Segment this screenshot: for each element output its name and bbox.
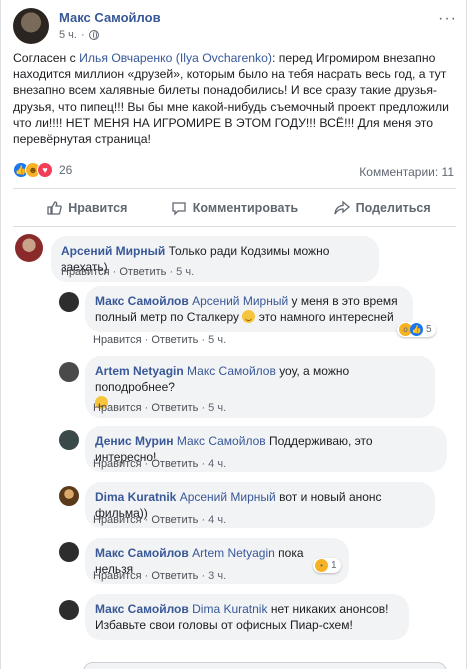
comment-reply-link[interactable]: Ответить (119, 266, 166, 278)
commenter-avatar[interactable] (15, 234, 43, 262)
commenter-avatar[interactable] (59, 486, 79, 506)
comment-reply-link[interactable]: Ответить (151, 570, 198, 582)
divider (13, 226, 456, 227)
share-icon (334, 200, 350, 216)
comment-mention[interactable]: Арсений Мирный (180, 490, 276, 504)
grin-emoji-icon (242, 310, 256, 323)
comment-mention[interactable]: Макс Самойлов (187, 364, 276, 378)
mention-link[interactable]: Илья Овчаренко (Ilya Ovcharenko) (79, 51, 272, 65)
comment: Dima Kuratnik Арсений Мирный вот и новый… (59, 482, 455, 528)
love-reaction-icon: ♥ (37, 162, 53, 178)
comment-actions: Нравится · Ответить · 5 ч. (93, 334, 227, 346)
comment-like-link[interactable]: Нравится (93, 402, 142, 414)
comment-like-link[interactable]: Нравится (93, 570, 142, 582)
comment-time[interactable]: 4 ч. (208, 458, 226, 470)
reactions-summary[interactable]: 👍 ☻ ♥ 26 (13, 162, 72, 178)
comment-button[interactable]: Комментировать (161, 194, 309, 222)
comment-author[interactable]: Денис Мурин (95, 434, 173, 448)
author-avatar[interactable] (13, 8, 49, 44)
comment-like-link[interactable]: Нравится (93, 514, 142, 526)
comment-bubble: Макс Самойлов Арсений Мирный у меня в эт… (85, 286, 413, 332)
comment-author[interactable]: Макс Самойлов (95, 602, 189, 616)
more-options-button[interactable]: ··· (438, 10, 457, 28)
comment-actions: Нравится · Ответить · 5 ч. (93, 402, 227, 414)
comment-bubble: Макс Самойлов Dima Kuratnik нет никаких … (85, 594, 409, 640)
comment-mention[interactable]: Арсений Мирный (192, 294, 288, 308)
post-actions: Нравится Комментировать Поделиться (13, 194, 456, 222)
post-meta: 5 ч. · (59, 29, 99, 41)
commenter-avatar[interactable] (59, 292, 79, 312)
comment: Макс Самойлов Арсений Мирный у меня в эт… (59, 286, 455, 352)
comment: Artem Netyagin Макс Самойлов уоу, а можн… (59, 356, 455, 418)
comment: Арсений Мирный Только ради Кодзимы можно… (15, 234, 455, 282)
comment-actions: Нравится · Ответить · 4 ч. (93, 458, 227, 470)
comment-actions: Нравится · Ответить · 4 ч. (93, 514, 227, 526)
comment-time[interactable]: 5 ч. (208, 334, 226, 346)
comment-time[interactable]: 5 ч. (176, 266, 194, 278)
post-card: Макс Самойлов 5 ч. · ··· Согласен с Илья… (0, 0, 467, 669)
comment-icon (171, 200, 187, 216)
comment: Макс Самойлов Artem Netyagin пока нельзя… (59, 538, 455, 584)
comment-author[interactable]: Макс Самойлов (95, 546, 189, 560)
comment: Денис Мурин Макс Самойлов Поддерживаю, э… (59, 426, 455, 472)
comment-reactions[interactable]: • 1 (313, 558, 341, 573)
divider (13, 188, 456, 189)
share-button[interactable]: Поделиться (308, 194, 456, 222)
comment-time[interactable]: 3 ч. (208, 570, 226, 582)
globe-icon (88, 30, 99, 40)
comment-time[interactable]: 5 ч. (208, 402, 226, 414)
comment-author[interactable]: Арсений Мирный (61, 244, 165, 258)
comment-like-link[interactable]: Нравится (61, 266, 110, 278)
comments-count[interactable]: Комментарии: 11 (359, 165, 454, 179)
commenter-avatar[interactable] (59, 600, 79, 620)
comment-reply-link[interactable]: Ответить (151, 402, 198, 414)
comment-author[interactable]: Dima Kuratnik (95, 490, 176, 504)
comment-author[interactable]: Artem Netyagin (95, 364, 184, 378)
comment-reply-link[interactable]: Ответить (151, 514, 198, 526)
post-header: Макс Самойлов 5 ч. · ··· (13, 8, 457, 44)
commenter-avatar[interactable] (59, 362, 79, 382)
post-time[interactable]: 5 ч. (59, 29, 77, 41)
comment-time[interactable]: 4 ч. (208, 514, 226, 526)
like-reaction-icon: 👍 (410, 323, 423, 336)
sad-reaction-icon: • (315, 559, 328, 572)
thumbs-up-icon (46, 200, 63, 216)
comment-actions: Нравится · Ответить · 5 ч. (61, 266, 195, 278)
comment-mention[interactable]: Dima Kuratnik (192, 602, 267, 616)
comment-mention[interactable]: Макс Самойлов (177, 434, 266, 448)
like-button[interactable]: Нравится (13, 194, 161, 222)
comment-author[interactable]: Макс Самойлов (95, 294, 189, 308)
post-author[interactable]: Макс Самойлов (59, 10, 161, 25)
comment-reactions[interactable]: o 👍 5 (397, 322, 436, 337)
comment-like-link[interactable]: Нравится (93, 458, 142, 470)
comment-mention[interactable]: Artem Netyagin (192, 546, 275, 560)
comment-like-link[interactable]: Нравится (93, 334, 142, 346)
post-text: Согласен с Илья Овчаренко (Ilya Ovcharen… (13, 51, 449, 147)
commenter-avatar[interactable] (59, 542, 79, 562)
comment-reply-link[interactable]: Ответить (151, 458, 198, 470)
comment-reply-link[interactable]: Ответить (151, 334, 198, 346)
commenter-avatar[interactable] (59, 430, 79, 450)
comment-actions: Нравится · Ответить · 3 ч. (93, 570, 227, 582)
reply-input[interactable] (83, 662, 447, 669)
comment: Макс Самойлов Dima Kuratnik нет никаких … (59, 594, 455, 658)
reactions-count: 26 (59, 163, 73, 177)
